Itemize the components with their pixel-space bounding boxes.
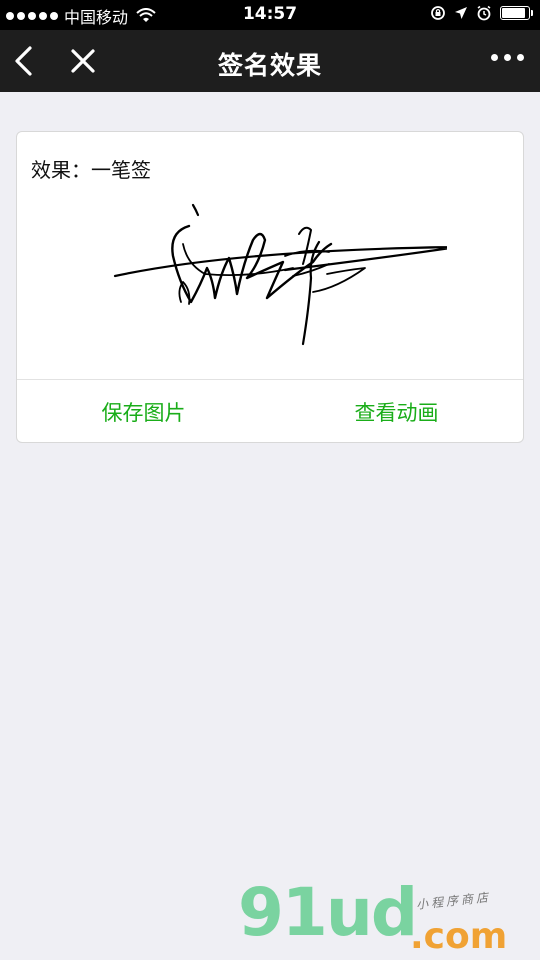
- watermark-brand: 91ud: [238, 874, 418, 951]
- more-dots-icon[interactable]: [491, 54, 524, 61]
- signature-image: [113, 203, 447, 346]
- battery-fill: [502, 8, 526, 18]
- save-image-button[interactable]: 保存图片: [17, 380, 270, 444]
- watermark-subtitle: 小程序商店: [415, 890, 492, 912]
- card-actions: 保存图片 查看动画: [17, 380, 523, 444]
- battery-icon: [500, 6, 533, 20]
- status-right: [430, 5, 533, 21]
- rotation-lock-icon: [431, 6, 445, 20]
- watermark-domain: .com: [410, 916, 508, 957]
- page-title: 签名效果: [217, 51, 322, 80]
- effect-label: 效果：一笔签: [31, 158, 151, 182]
- nav-bar: 签名效果: [0, 30, 540, 92]
- view-animation-button[interactable]: 查看动画: [270, 380, 523, 444]
- location-icon: [455, 7, 467, 19]
- alarm-icon: [477, 5, 491, 21]
- status-bar: 中国移动 14:57: [0, 0, 540, 30]
- watermark-logo: 91ud 小程序商店 .com: [238, 880, 538, 960]
- signature-card: 效果：一笔签 保存图片 查看动画: [16, 131, 524, 443]
